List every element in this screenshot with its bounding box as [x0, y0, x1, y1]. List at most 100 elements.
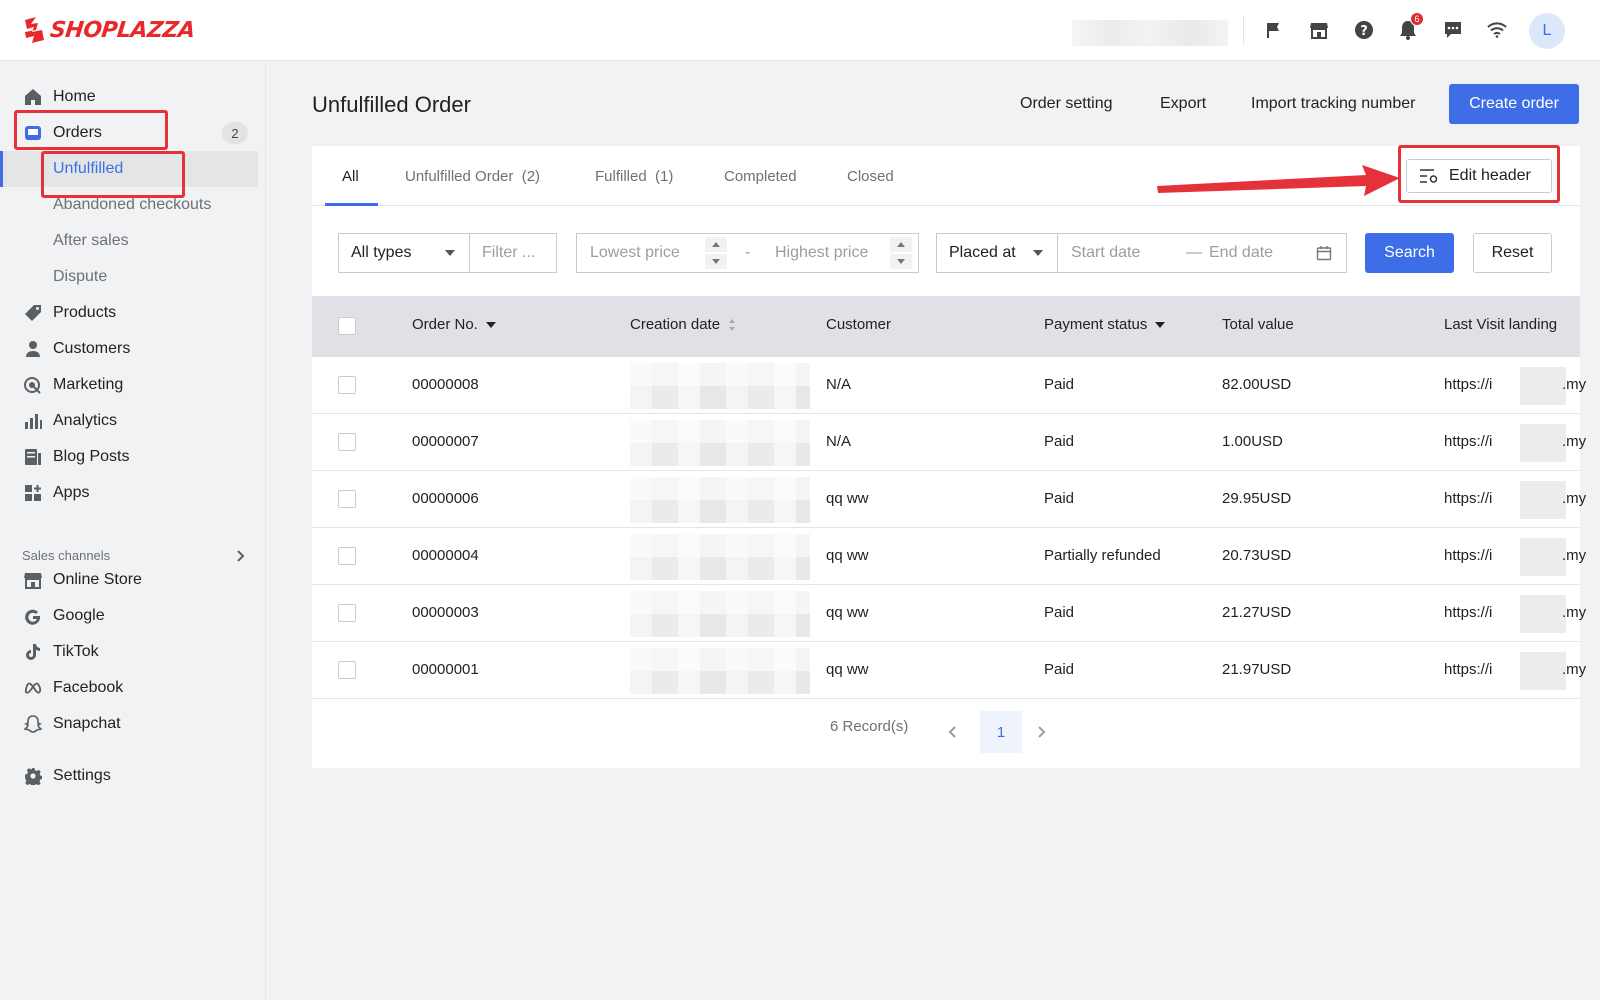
sidebar-item-online-store[interactable]: Online Store — [0, 562, 266, 598]
message-icon[interactable] — [1441, 18, 1465, 42]
avatar[interactable]: L — [1529, 13, 1565, 49]
caret-up-icon — [897, 242, 905, 247]
landing-url-blurred — [1520, 367, 1566, 405]
sidebar-item-apps[interactable]: Apps — [0, 475, 266, 511]
brand-logo[interactable]: SHOPLAZZA — [22, 16, 196, 44]
export-button[interactable]: Export — [1160, 95, 1206, 113]
filter-caret-icon — [485, 321, 496, 328]
filter-input[interactable]: Filter ... — [469, 233, 557, 273]
create-order-button[interactable]: Create order — [1449, 84, 1579, 124]
row-checkbox[interactable] — [338, 547, 356, 565]
landing-url-start: https://i — [1444, 661, 1493, 678]
column-creation-date[interactable]: Creation date — [630, 316, 736, 333]
next-page-icon[interactable] — [1036, 725, 1046, 739]
date-type-value: Placed at — [949, 244, 1016, 261]
range-separator: - — [745, 244, 751, 261]
gear-icon — [24, 767, 42, 785]
reset-button[interactable]: Reset — [1473, 233, 1552, 273]
orders-highlight-box — [14, 110, 168, 150]
table-row[interactable]: 00000006 qq ww Paid 29.95USD https://i .… — [312, 471, 1586, 528]
sidebar-item-blog-posts[interactable]: Blog Posts — [0, 439, 266, 475]
sidebar-item-analytics[interactable]: Analytics — [0, 403, 266, 439]
table-row[interactable]: 00000004 qq ww Partially refunded 20.73U… — [312, 528, 1586, 585]
row-checkbox[interactable] — [338, 433, 356, 451]
table-row[interactable]: 00000001 qq ww Paid 21.97USD https://i .… — [312, 642, 1586, 699]
wifi-icon[interactable] — [1485, 18, 1509, 42]
tab-closed[interactable]: Closed — [847, 168, 894, 185]
prev-page-icon[interactable] — [948, 725, 958, 739]
sidebar-item-marketing[interactable]: Marketing — [0, 367, 266, 403]
sidebar-item-after-sales[interactable]: After sales — [0, 223, 266, 259]
order-number[interactable]: 00000008 — [412, 376, 479, 393]
total-value: 21.97USD — [1222, 661, 1292, 678]
sidebar-item-customers[interactable]: Customers — [0, 331, 266, 367]
order-number[interactable]: 00000006 — [412, 490, 479, 507]
highest-price-stepper[interactable] — [890, 237, 912, 269]
sidebar-item-label: Snapchat — [53, 715, 121, 732]
column-payment-status[interactable]: Payment status — [1044, 316, 1166, 333]
chevron-right-icon[interactable] — [236, 549, 246, 563]
caret-down-icon — [897, 259, 905, 264]
order-setting-button[interactable]: Order setting — [1020, 95, 1112, 113]
order-number[interactable]: 00000004 — [412, 547, 479, 564]
landing-url-end: .my — [1562, 376, 1587, 393]
store-icon[interactable] — [1307, 18, 1331, 42]
lowest-price-input[interactable]: Lowest price — [590, 244, 680, 262]
column-order-no[interactable]: Order No. — [412, 316, 496, 333]
row-checkbox[interactable] — [338, 604, 356, 622]
creation-date-blurred — [630, 534, 810, 580]
order-number[interactable]: 00000001 — [412, 661, 479, 678]
sidebar-item-snapchat[interactable]: Snapchat — [0, 706, 266, 742]
tab-fulfilled[interactable]: Fulfilled (1) — [595, 168, 673, 185]
end-date-input[interactable]: End date — [1209, 244, 1273, 262]
search-button[interactable]: Search — [1365, 233, 1454, 273]
table-row[interactable]: 00000008 N/A Paid 82.00USD https://i .my — [312, 357, 1586, 414]
store-name-blurred[interactable] — [1072, 20, 1228, 46]
sidebar-item-settings[interactable]: Settings — [0, 758, 266, 794]
type-select[interactable]: All types — [338, 233, 470, 273]
lowest-price-stepper[interactable] — [705, 237, 727, 269]
help-icon[interactable]: ? — [1352, 18, 1376, 42]
customer-name: N/A — [826, 376, 852, 393]
import-tracking-button[interactable]: Import tracking number — [1251, 95, 1416, 113]
tab-completed[interactable]: Completed — [724, 168, 797, 185]
table-row[interactable]: 00000007 N/A Paid 1.00USD https://i .my — [312, 414, 1586, 471]
table-row[interactable]: 00000003 qq ww Paid 21.27USD https://i .… — [312, 585, 1586, 642]
caret-down-icon — [1033, 250, 1043, 256]
date-range-picker[interactable]: Start date — End date — [1057, 233, 1347, 273]
order-number[interactable]: 00000003 — [412, 604, 479, 621]
sidebar-item-dispute[interactable]: Dispute — [0, 259, 266, 295]
row-checkbox[interactable] — [338, 661, 356, 679]
date-type-select[interactable]: Placed at — [936, 233, 1058, 273]
sidebar-item-label: Customers — [53, 340, 131, 357]
landing-url-blurred — [1520, 424, 1566, 462]
sort-icon — [729, 318, 736, 331]
tab-unfulfilled-order[interactable]: Unfulfilled Order (2) — [405, 168, 540, 185]
caret-down-icon — [445, 250, 455, 256]
calendar-icon[interactable] — [1316, 245, 1332, 261]
landing-url-end: .my — [1562, 547, 1587, 564]
sidebar-item-tiktok[interactable]: TikTok — [0, 634, 266, 670]
order-number[interactable]: 00000007 — [412, 433, 479, 450]
creation-date-blurred — [630, 420, 810, 466]
column-last-visit-landing: Last Visit landing — [1444, 316, 1558, 333]
start-date-input[interactable]: Start date — [1071, 244, 1140, 262]
row-checkbox[interactable] — [338, 490, 356, 508]
total-value: 29.95USD — [1222, 490, 1292, 507]
page-number-current[interactable]: 1 — [980, 711, 1022, 753]
payment-status: Paid — [1044, 604, 1075, 621]
sidebar-item-products[interactable]: Products — [0, 295, 266, 331]
creation-date-blurred — [630, 591, 810, 637]
tab-all[interactable]: All — [342, 168, 359, 185]
blog-icon — [24, 448, 42, 466]
creation-date-blurred — [630, 363, 810, 409]
highest-price-input[interactable]: Highest price — [775, 244, 868, 262]
sidebar-item-facebook[interactable]: Facebook — [0, 670, 266, 706]
select-all-checkbox[interactable] — [338, 317, 356, 335]
row-checkbox[interactable] — [338, 376, 356, 394]
edit-header-highlight-box — [1398, 145, 1560, 203]
sidebar-item-google[interactable]: Google — [0, 598, 266, 634]
landing-url-blurred — [1520, 538, 1566, 576]
bell-icon[interactable]: 6 — [1396, 12, 1424, 42]
flag-icon[interactable] — [1262, 18, 1286, 42]
